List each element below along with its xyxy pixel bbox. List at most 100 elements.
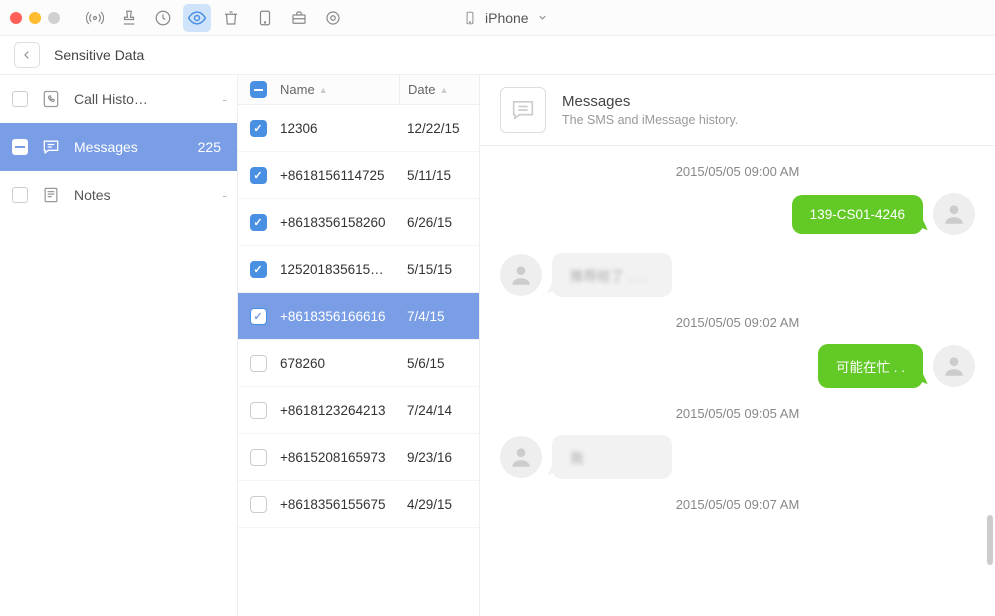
thread-list-header: Name▲ Date▲: [238, 75, 479, 105]
detail-pane: Messages The SMS and iMessage history. 2…: [480, 75, 995, 616]
checkbox[interactable]: [250, 120, 267, 137]
circle-icon[interactable]: [319, 4, 347, 32]
eye-icon[interactable]: [183, 4, 211, 32]
thread-date: 6/26/15: [407, 215, 479, 230]
thread-name: +8618156114725: [278, 168, 407, 183]
thread-name: 678260: [278, 356, 407, 371]
avatar-icon: [500, 436, 542, 478]
column-name[interactable]: Name▲: [278, 82, 399, 97]
clock-icon[interactable]: [149, 4, 177, 32]
thread-list: Name▲ Date▲ 1230612/22/15+86181561147255…: [238, 75, 480, 616]
device-selector[interactable]: iPhone: [463, 9, 548, 27]
trash-icon[interactable]: [217, 4, 245, 32]
messages-icon: [40, 136, 62, 158]
page-title: Sensitive Data: [54, 47, 144, 63]
avatar-icon: [933, 345, 975, 387]
traffic-lights: [10, 12, 60, 24]
timestamp: 2015/05/05 09:02 AM: [500, 315, 975, 330]
minimize-window-icon[interactable]: [29, 12, 41, 24]
sidebar-item-count: 225: [198, 139, 221, 155]
thread-row[interactable]: +86183561666167/4/15: [238, 293, 479, 340]
back-button[interactable]: [14, 42, 40, 68]
sidebar-item-messages[interactable]: Messages 225: [0, 123, 237, 171]
broadcast-icon[interactable]: [81, 4, 109, 32]
thread-row[interactable]: 1230612/22/15: [238, 105, 479, 152]
avatar-icon: [500, 254, 542, 296]
thread-row[interactable]: +86181232642137/24/14: [238, 387, 479, 434]
thread-name: +8618356166616: [278, 309, 407, 324]
window-toolbar: iPhone: [0, 0, 995, 35]
sort-arrow-icon: ▲: [439, 85, 448, 95]
thread-date: 7/24/14: [407, 403, 479, 418]
checkbox[interactable]: [12, 187, 28, 203]
thread-name: 125201835615…: [278, 262, 407, 277]
avatar-icon: [933, 193, 975, 235]
stamp-icon[interactable]: [115, 4, 143, 32]
timestamp: 2015/05/05 09:05 AM: [500, 406, 975, 421]
checkbox[interactable]: [250, 261, 267, 278]
thread-row[interactable]: 125201835615…5/15/15: [238, 246, 479, 293]
thread-row[interactable]: 6782605/6/15: [238, 340, 479, 387]
thread-row[interactable]: +86181561147255/11/15: [238, 152, 479, 199]
notes-icon: [40, 184, 62, 206]
sidebar-item-label: Messages: [74, 139, 186, 155]
chevron-down-icon: [537, 12, 548, 23]
thread-name: +8618356158260: [278, 215, 407, 230]
dash-indicator: -: [222, 91, 227, 107]
thread-date: 9/23/16: [407, 450, 479, 465]
phone-icon: [463, 9, 477, 27]
checkbox[interactable]: [250, 496, 267, 513]
device-label: iPhone: [485, 10, 529, 26]
detail-header: Messages The SMS and iMessage history.: [480, 75, 995, 145]
outgoing-message: 可能在忙 . .: [500, 344, 975, 388]
thread-row[interactable]: +86183561582606/26/15: [238, 199, 479, 246]
checkbox[interactable]: [250, 308, 267, 325]
sidebar-item-call-history[interactable]: Call Histo… -: [0, 75, 237, 123]
incoming-message: 我: [500, 435, 975, 479]
thread-date: 7/4/15: [407, 309, 479, 324]
thread-date: 4/29/15: [407, 497, 479, 512]
checkbox[interactable]: [250, 402, 267, 419]
scrollbar-thumb[interactable]: [987, 515, 993, 565]
maximize-window-icon[interactable]: [48, 12, 60, 24]
tablet-icon[interactable]: [251, 4, 279, 32]
message-bubble[interactable]: 推荐给了 . . .: [552, 253, 672, 297]
checkbox[interactable]: [250, 167, 267, 184]
thread-name: +8618123264213: [278, 403, 407, 418]
sidebar-item-label: Notes: [74, 187, 225, 203]
thread-row[interactable]: +86152081659739/23/16: [238, 434, 479, 481]
sidebar: Call Histo… - Messages 225 Notes -: [0, 75, 238, 616]
checkbox[interactable]: [12, 91, 28, 107]
messages-large-icon: [500, 87, 546, 133]
thread-date: 12/22/15: [407, 121, 479, 136]
incoming-message: 推荐给了 . . .: [500, 253, 975, 297]
thread-row[interactable]: +86183561556754/29/15: [238, 481, 479, 528]
column-date[interactable]: Date▲: [399, 75, 479, 104]
message-bubble[interactable]: 我: [552, 435, 672, 479]
select-all-checkbox[interactable]: [250, 81, 267, 98]
checkbox[interactable]: [12, 139, 28, 155]
sort-arrow-icon: ▲: [319, 85, 328, 95]
message-bubble[interactable]: 139-CS01-4246: [792, 195, 923, 234]
timestamp: 2015/05/05 09:00 AM: [500, 164, 975, 179]
subheader: Sensitive Data: [0, 35, 995, 75]
call-history-icon: [40, 88, 62, 110]
detail-subtitle: The SMS and iMessage history.: [562, 113, 738, 127]
checkbox[interactable]: [250, 449, 267, 466]
message-bubble[interactable]: 可能在忙 . .: [818, 344, 923, 388]
thread-name: +8615208165973: [278, 450, 407, 465]
outgoing-message: 139-CS01-4246: [500, 193, 975, 235]
close-window-icon[interactable]: [10, 12, 22, 24]
thread-name: 12306: [278, 121, 407, 136]
thread-date: 5/15/15: [407, 262, 479, 277]
thread-name: +8618356155675: [278, 497, 407, 512]
thread-date: 5/6/15: [407, 356, 479, 371]
briefcase-icon[interactable]: [285, 4, 313, 32]
checkbox[interactable]: [250, 214, 267, 231]
sidebar-item-notes[interactable]: Notes -: [0, 171, 237, 219]
checkbox[interactable]: [250, 355, 267, 372]
dash-indicator: -: [222, 187, 227, 203]
chat-area[interactable]: 2015/05/05 09:00 AM 139-CS01-4246 推荐给了 . .…: [480, 145, 995, 616]
detail-title: Messages: [562, 93, 738, 110]
sidebar-item-label: Call Histo…: [74, 91, 225, 107]
